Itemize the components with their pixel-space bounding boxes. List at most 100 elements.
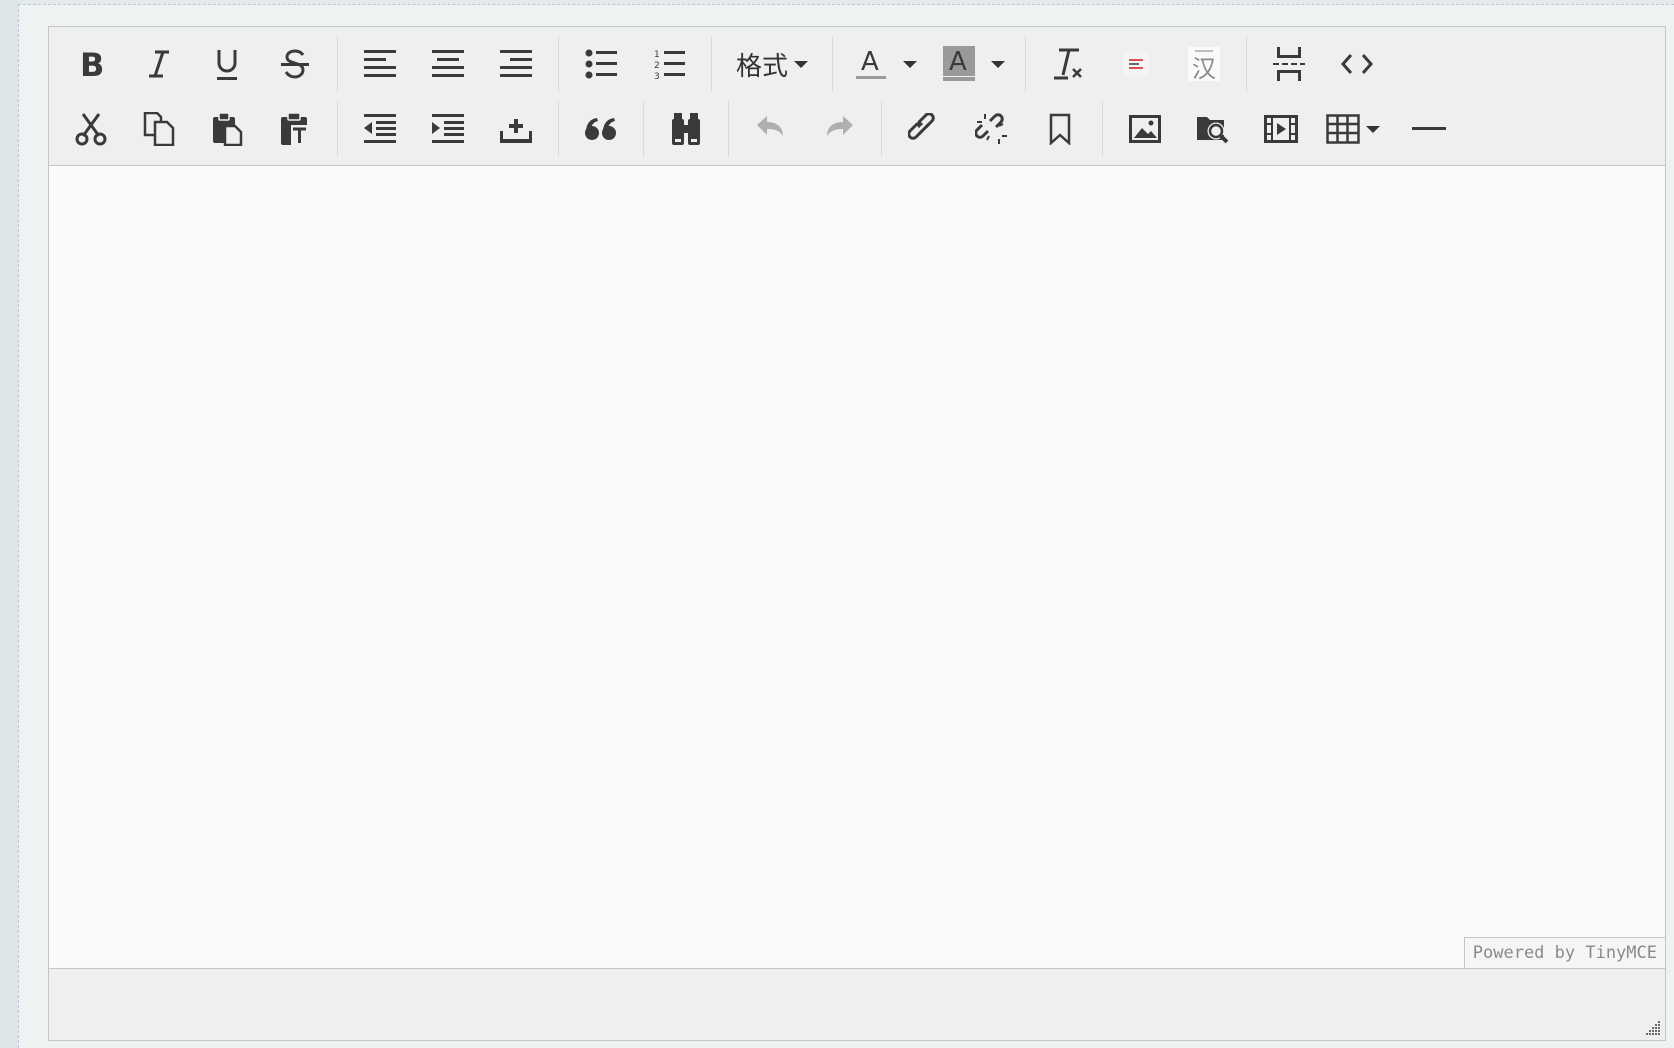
upload-icon — [500, 119, 532, 143]
bullet-list-icon — [585, 49, 617, 79]
paste-button[interactable] — [199, 105, 255, 153]
rich-text-editor: B 1 2 3 格式 A A 汉 Powered by TinyMCE — [48, 26, 1666, 1041]
bold-icon: B — [80, 48, 104, 80]
numbered-list-button[interactable]: 123 — [641, 40, 697, 88]
italic-button[interactable] — [131, 40, 187, 88]
outdent-button[interactable] — [352, 105, 408, 153]
link-icon — [908, 113, 935, 140]
align-left-button[interactable] — [352, 40, 408, 88]
format-menu-label: 格式 — [736, 51, 789, 82]
quote-icon — [585, 118, 616, 140]
format-menu-button[interactable]: 格式 — [726, 40, 818, 88]
svg-text:汉: 汉 — [1192, 55, 1216, 82]
toolbar-group-misc — [1246, 36, 1399, 92]
undo-icon — [757, 116, 783, 136]
editor-statusbar — [49, 969, 1665, 1040]
toolbar-group-text-style: B — [49, 36, 337, 92]
background-color-icon: A — [943, 46, 976, 81]
file-browser-button[interactable] — [1185, 105, 1241, 153]
folder-search-icon — [1197, 117, 1229, 144]
text-color-icon: A — [856, 47, 887, 79]
horizontal-rule-button[interactable] — [1401, 105, 1457, 153]
toolbar-group-link — [881, 101, 1102, 157]
table-icon — [1326, 114, 1360, 144]
clear-formatting-button[interactable] — [1040, 40, 1096, 88]
svg-text:A: A — [861, 47, 879, 77]
underline-icon — [217, 50, 237, 80]
film-icon — [1264, 115, 1298, 143]
paste-text-icon — [281, 112, 308, 145]
unlink-icon — [975, 113, 1007, 144]
powered-by-link[interactable]: Powered by TinyMCE — [1463, 937, 1665, 968]
paste-icon — [213, 112, 243, 146]
indent-button[interactable] — [420, 105, 476, 153]
insert-media-button[interactable] — [1253, 105, 1309, 153]
outdent-icon — [364, 114, 396, 143]
copy-button[interactable] — [131, 105, 187, 153]
insert-link-button[interactable] — [896, 105, 952, 153]
toolbar-row-2 — [49, 97, 1471, 161]
strikethrough-button[interactable] — [267, 40, 323, 88]
align-left-icon — [364, 50, 396, 77]
chevron-down-icon — [991, 60, 1006, 68]
blockquote-button[interactable] — [573, 105, 629, 153]
bullet-list-button[interactable] — [573, 40, 629, 88]
remove-link-button[interactable] — [964, 105, 1020, 153]
redo-button[interactable] — [811, 105, 867, 153]
background-color-dropdown[interactable] — [983, 40, 1013, 88]
scissors-icon — [75, 113, 107, 146]
toolbar-group-insert — [1102, 101, 1471, 157]
bookmark-icon — [1049, 113, 1071, 145]
source-code-button[interactable] — [1329, 40, 1385, 88]
svg-text:B: B — [80, 48, 104, 80]
svg-text:3: 3 — [654, 72, 660, 80]
redo-icon — [827, 116, 853, 136]
italic-icon — [149, 50, 169, 78]
page-break-button[interactable] — [1261, 40, 1317, 88]
code-sample-button[interactable] — [1108, 40, 1164, 88]
toolbar-group-history — [728, 101, 881, 157]
cut-button[interactable] — [63, 105, 119, 153]
insert-button[interactable] — [488, 105, 544, 153]
copy-icon — [143, 112, 175, 146]
numbered-list-icon: 123 — [654, 50, 685, 80]
toolbar-group-indent — [337, 101, 558, 157]
page-left-strip — [0, 0, 18, 1048]
align-center-icon — [432, 50, 464, 77]
svg-text:1: 1 — [654, 50, 660, 60]
horizontal-line-icon — [1412, 127, 1446, 130]
svg-text:2: 2 — [654, 61, 660, 71]
editor-content-area[interactable]: Powered by TinyMCE — [49, 166, 1665, 969]
text-color-button[interactable]: A — [847, 40, 895, 88]
resize-handle-icon[interactable] — [1643, 1018, 1661, 1036]
editor-toolbar: B 1 2 3 格式 A A 汉 — [49, 27, 1665, 166]
table-button[interactable] — [1321, 105, 1385, 153]
insert-image-button[interactable] — [1117, 105, 1173, 153]
page-break-icon — [1273, 47, 1306, 81]
paste-as-text-button[interactable] — [267, 105, 323, 153]
align-center-button[interactable] — [420, 40, 476, 88]
chinese-convert-button[interactable]: 汉 — [1176, 40, 1232, 88]
align-right-icon — [500, 50, 532, 77]
toolbar-group-quote — [558, 101, 643, 157]
source-code-icon — [1341, 54, 1374, 74]
strikethrough-icon — [281, 49, 309, 79]
chevron-down-icon — [794, 60, 809, 68]
toolbar-group-colors: A A — [832, 36, 1025, 92]
bold-button[interactable]: B — [63, 40, 119, 88]
code-sample-icon — [1123, 51, 1150, 77]
binoculars-icon — [672, 113, 700, 145]
underline-button[interactable] — [199, 40, 255, 88]
anchor-button[interactable] — [1032, 105, 1088, 153]
indent-icon — [432, 114, 464, 143]
undo-button[interactable] — [743, 105, 799, 153]
find-replace-button[interactable] — [658, 105, 714, 153]
background-color-button[interactable]: A — [935, 40, 983, 88]
align-right-button[interactable] — [488, 40, 544, 88]
toolbar-group-tools: 汉 — [1025, 36, 1246, 92]
image-icon — [1129, 115, 1161, 143]
chevron-down-icon — [903, 60, 918, 68]
toolbar-group-format: 格式 — [711, 36, 832, 92]
text-color-dropdown[interactable] — [895, 40, 925, 88]
toolbar-group-lists: 123 — [558, 36, 711, 92]
